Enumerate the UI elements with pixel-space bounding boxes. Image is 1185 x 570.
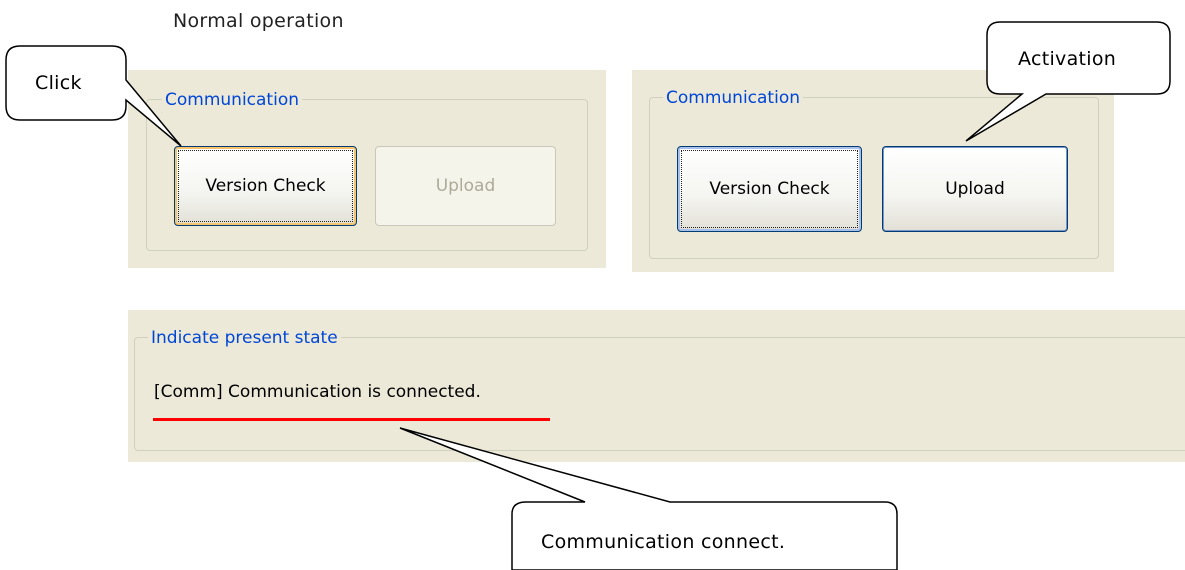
right-upload-label: Upload (945, 179, 1005, 199)
figure-canvas: Normal operation Communication Version C… (0, 0, 1185, 570)
left-communication-panel: Communication Version Check Upload (128, 70, 606, 268)
connect-callout-text: Communication connect. (541, 531, 786, 553)
status-message: [Comm] Communication is connected. (154, 382, 481, 402)
right-communication-group-title: Communication (663, 88, 803, 108)
right-version-check-label: Version Check (709, 179, 830, 199)
left-upload-label: Upload (435, 176, 496, 196)
left-version-check-label: Version Check (205, 176, 326, 196)
right-version-check-button[interactable]: Version Check (677, 146, 862, 232)
status-group-title: Indicate present state (148, 328, 341, 348)
left-upload-button: Upload (375, 146, 556, 226)
left-communication-group-title: Communication (162, 90, 302, 110)
right-upload-button[interactable]: Upload (882, 146, 1068, 232)
activation-callout-text: Activation (1018, 48, 1117, 70)
left-version-check-button[interactable]: Version Check (174, 146, 357, 226)
right-communication-panel: Communication Version Check Upload (632, 70, 1114, 272)
section-heading: Normal operation (173, 10, 344, 32)
status-message-underline (153, 418, 550, 421)
click-callout-text: Click (35, 72, 82, 94)
status-panel: Indicate present state [Comm] Communicat… (128, 310, 1185, 462)
